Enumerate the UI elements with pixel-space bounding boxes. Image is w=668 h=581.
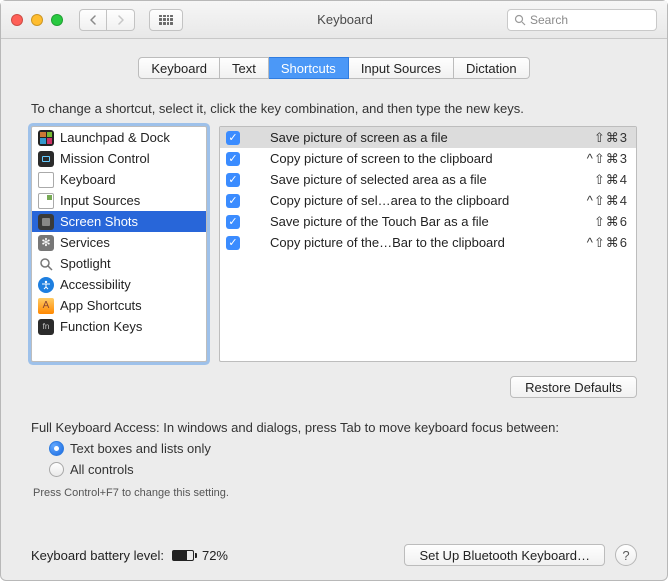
battery-status: Keyboard battery level: 72% <box>31 548 228 563</box>
footer: Keyboard battery level: 72% Set Up Bluet… <box>31 526 637 566</box>
spotlight-icon <box>38 256 54 272</box>
tab-bar: KeyboardTextShortcutsInput SourcesDictat… <box>31 57 637 79</box>
tab-dictation[interactable]: Dictation <box>454 57 530 79</box>
titlebar: Keyboard Search <box>1 1 667 39</box>
category-accessibility[interactable]: Accessibility <box>32 274 206 295</box>
show-all-button[interactable] <box>149 9 183 31</box>
screenshots-icon <box>38 214 54 230</box>
shortcut-row[interactable]: ✓ Save picture of screen as a file ⇧⌘3 <box>220 127 636 148</box>
launchpad-icon <box>38 130 54 146</box>
category-label: Launchpad & Dock <box>60 130 170 145</box>
category-label: Keyboard <box>60 172 116 187</box>
restore-defaults-button[interactable]: Restore Defaults <box>510 376 637 398</box>
category-input-sources[interactable]: Input Sources <box>32 190 206 211</box>
zoom-window-button[interactable] <box>51 14 63 26</box>
tab-text[interactable]: Text <box>220 57 269 79</box>
shortcut-row[interactable]: ✓ Copy picture of sel…area to the clipboa… <box>220 190 636 211</box>
instruction-text: To change a shortcut, select it, click t… <box>31 101 637 116</box>
fka-option-textboxes[interactable]: Text boxes and lists only <box>49 441 637 456</box>
shortcut-label: Save picture of selected area as a file <box>270 172 584 187</box>
category-label: Screen Shots <box>60 214 138 229</box>
shortcut-row[interactable]: ✓ Save picture of the Touch Bar as a file… <box>220 211 636 232</box>
shortcut-checkbox[interactable]: ✓ <box>226 131 240 145</box>
shortcut-checkbox[interactable]: ✓ <box>226 236 240 250</box>
forward-button[interactable] <box>107 9 135 31</box>
shortcut-keys[interactable]: ⇧⌘4 <box>594 172 628 188</box>
tab-keyboard[interactable]: Keyboard <box>138 57 220 79</box>
category-label: Mission Control <box>60 151 150 166</box>
battery-percent: 72% <box>202 548 228 563</box>
tab-shortcuts[interactable]: Shortcuts <box>269 57 349 79</box>
shortcut-checkbox[interactable]: ✓ <box>226 152 240 166</box>
shortcut-list[interactable]: ✓ Save picture of screen as a file ⇧⌘3 ✓ Cop… <box>219 126 637 362</box>
shortcut-checkbox[interactable]: ✓ <box>226 173 240 187</box>
close-window-button[interactable] <box>11 14 23 26</box>
shortcut-panes: Launchpad & Dock Mission Control Keyboard I… <box>31 126 637 362</box>
shortcut-row[interactable]: ✓ Copy picture of the…Bar to the clipboar… <box>220 232 636 253</box>
full-keyboard-access: Full Keyboard Access: In windows and dia… <box>31 420 637 499</box>
fka-opt2-label: All controls <box>70 462 134 477</box>
shortcut-checkbox[interactable]: ✓ <box>226 215 240 229</box>
mission-icon <box>38 151 54 167</box>
tab-input-sources[interactable]: Input Sources <box>349 57 454 79</box>
fka-option-allcontrols[interactable]: All controls <box>49 462 637 477</box>
shortcut-label: Save picture of the Touch Bar as a file <box>270 214 584 229</box>
search-icon <box>514 14 526 26</box>
shortcut-keys[interactable]: ⇧⌘3 <box>594 130 628 146</box>
radio-icon <box>49 441 64 456</box>
battery-icon <box>172 550 194 561</box>
content-area: KeyboardTextShortcutsInput SourcesDictat… <box>1 39 667 580</box>
shortcut-label: Copy picture of screen to the clipboard <box>270 151 577 166</box>
radio-icon <box>49 462 64 477</box>
category-label: Input Sources <box>60 193 140 208</box>
accessibility-icon <box>38 277 54 293</box>
setup-bluetooth-button[interactable]: Set Up Bluetooth Keyboard… <box>404 544 605 566</box>
services-icon: ✻ <box>38 235 54 251</box>
fn-icon: fn <box>38 319 54 335</box>
shortcut-label: Copy picture of the…Bar to the clipboard <box>270 235 577 250</box>
search-input[interactable]: Search <box>507 9 657 31</box>
keyboard-prefs-window: Keyboard Search KeyboardTextShortcutsInp… <box>0 0 668 581</box>
fka-hint: Press Control+F7 to change this setting. <box>33 487 637 499</box>
shortcut-keys[interactable]: ^⇧⌘4 <box>587 193 628 209</box>
back-button[interactable] <box>79 9 107 31</box>
category-list[interactable]: Launchpad & Dock Mission Control Keyboard I… <box>31 126 207 362</box>
category-screen-shots[interactable]: Screen Shots <box>32 211 206 232</box>
shortcut-checkbox[interactable]: ✓ <box>226 194 240 208</box>
category-function-keys[interactable]: fn Function Keys <box>32 316 206 337</box>
shortcut-keys[interactable]: ^⇧⌘6 <box>587 235 628 251</box>
category-services[interactable]: ✻ Services <box>32 232 206 253</box>
window-title: Keyboard <box>191 12 499 27</box>
shortcut-keys[interactable]: ^⇧⌘3 <box>587 151 628 167</box>
nav-buttons <box>79 9 135 31</box>
category-label: Accessibility <box>60 277 131 292</box>
input-icon <box>38 193 54 209</box>
category-label: App Shortcuts <box>60 298 142 313</box>
keyboard-icon <box>38 172 54 188</box>
category-label: Function Keys <box>60 319 142 334</box>
shortcut-keys[interactable]: ⇧⌘6 <box>594 214 628 230</box>
grid-icon <box>159 15 173 25</box>
category-app-shortcuts[interactable]: A App Shortcuts <box>32 295 206 316</box>
battery-label: Keyboard battery level: <box>31 548 164 563</box>
fka-opt1-label: Text boxes and lists only <box>70 441 211 456</box>
category-mission-control[interactable]: Mission Control <box>32 148 206 169</box>
window-controls <box>11 14 63 26</box>
help-button[interactable]: ? <box>615 544 637 566</box>
shortcut-row[interactable]: ✓ Save picture of selected area as a file… <box>220 169 636 190</box>
category-keyboard[interactable]: Keyboard <box>32 169 206 190</box>
minimize-window-button[interactable] <box>31 14 43 26</box>
shortcut-row[interactable]: ✓ Copy picture of screen to the clipboard… <box>220 148 636 169</box>
appshortcuts-icon: A <box>38 298 54 314</box>
fka-heading: Full Keyboard Access: In windows and dia… <box>31 420 637 435</box>
shortcut-label: Copy picture of sel…area to the clipboar… <box>270 193 577 208</box>
category-spotlight[interactable]: Spotlight <box>32 253 206 274</box>
restore-row: Restore Defaults <box>31 376 637 398</box>
category-label: Services <box>60 235 110 250</box>
shortcut-label: Save picture of screen as a file <box>270 130 584 145</box>
search-placeholder: Search <box>530 13 568 27</box>
category-launchpad-dock[interactable]: Launchpad & Dock <box>32 127 206 148</box>
category-label: Spotlight <box>60 256 111 271</box>
